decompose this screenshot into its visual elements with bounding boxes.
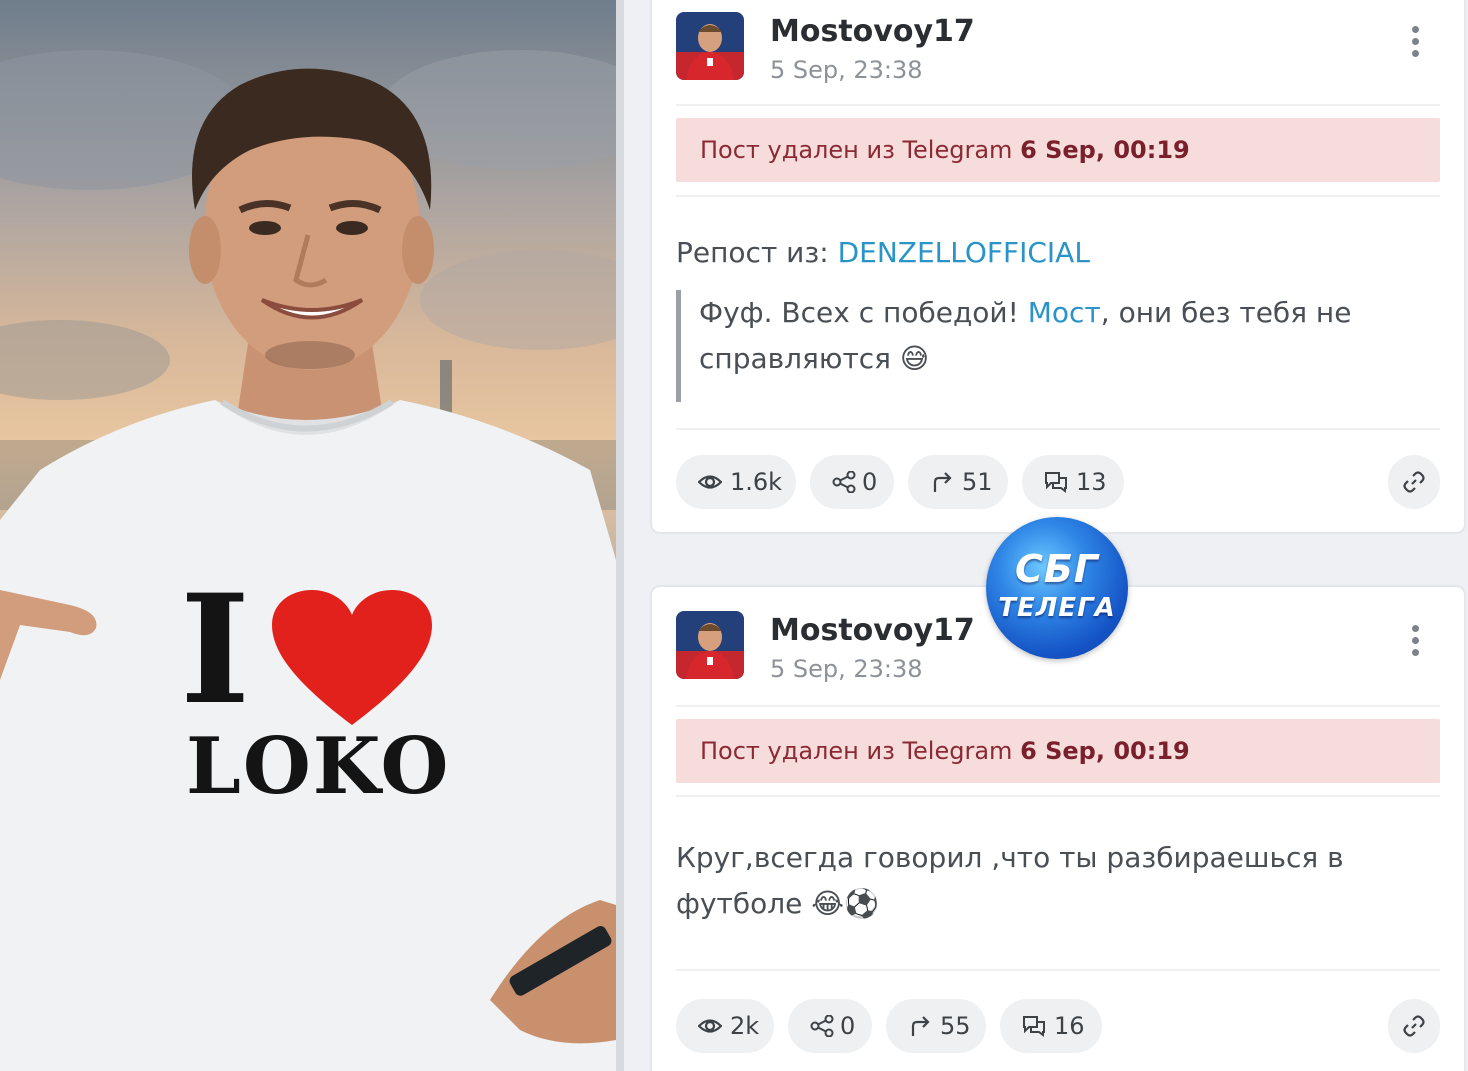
quote-text: Фуф. Всех с победой! [699, 296, 1019, 329]
deleted-notice-text: Пост удален из Telegram [700, 737, 1013, 765]
comments-icon [1045, 472, 1067, 493]
share-icon [810, 1015, 834, 1037]
repost-quote: Фуф. Всех с победой! Мост, они без тебя … [676, 290, 1404, 402]
forwards-count: 55 [940, 1012, 971, 1040]
post-text: Круг,всегда говорил ,что ты разбираешься… [676, 841, 1344, 920]
shirt-print-loko: LOKO [186, 721, 451, 812]
repost-label: Репост из: [676, 236, 829, 269]
deleted-notice: Пост удален из Telegram 6 Sep, 00:19 [676, 118, 1440, 182]
player-photo-illustration [0, 50, 616, 1071]
divider [676, 705, 1440, 707]
comments-counter[interactable]: 13 [1022, 455, 1124, 509]
post-stats: 2k 0 55 16 [676, 999, 1440, 1053]
avatar[interactable] [676, 611, 744, 679]
forwards-count: 51 [962, 468, 993, 496]
shares-count: 0 [840, 1012, 856, 1040]
post-date: 5 Sep, 23:38 [770, 56, 923, 84]
post-card: Mostovoy17 5 Sep, 23:38 Пост удален из T… [650, 0, 1466, 534]
shirt-print-i: I [180, 562, 251, 738]
link-icon [1403, 1015, 1425, 1037]
more-vertical-icon[interactable] [1408, 26, 1422, 62]
shares-counter[interactable]: 0 [788, 999, 872, 1053]
eye-icon [698, 475, 722, 489]
post-stats: 1.6k 0 51 13 [676, 455, 1440, 509]
link-icon [1403, 471, 1425, 493]
forwards-counter[interactable]: 55 [886, 999, 986, 1053]
screenshot-root: I LOKO Mostovoy17 5 Sep, 23:38 Пост удал… [0, 0, 1468, 1071]
copy-link-button[interactable] [1388, 999, 1440, 1053]
mention-link[interactable]: Мост [1028, 296, 1101, 329]
channel-logo-badge: СБГ ТЕЛЕГА [986, 517, 1128, 659]
divider [676, 795, 1440, 797]
panel-divider [616, 0, 624, 1071]
badge-line1: СБГ [1014, 547, 1100, 591]
badge-line2: ТЕЛЕГА [998, 593, 1116, 623]
deleted-notice-date: 6 Sep, 00:19 [1020, 136, 1190, 164]
repost-line: Репост из: DENZELLOFFICIAL [676, 236, 1090, 269]
post-author[interactable]: Mostovoy17 [770, 613, 975, 648]
forward-icon [933, 472, 952, 492]
comments-counter[interactable]: 16 [1000, 999, 1102, 1053]
comments-count: 16 [1054, 1012, 1085, 1040]
shares-counter[interactable]: 0 [810, 455, 894, 509]
player-photo: I LOKO [0, 0, 616, 1071]
avatar-image [676, 12, 744, 80]
deleted-notice-date: 6 Sep, 00:19 [1020, 737, 1190, 765]
post-date: 5 Sep, 23:38 [770, 655, 923, 683]
repost-source-link[interactable]: DENZELLOFFICIAL [838, 236, 1090, 269]
forward-icon [911, 1016, 930, 1036]
copy-link-button[interactable] [1388, 455, 1440, 509]
heart-icon [272, 590, 432, 725]
avatar-image [676, 611, 744, 679]
comments-icon [1023, 1016, 1045, 1037]
views-count: 1.6k [730, 468, 783, 496]
share-icon [832, 471, 856, 493]
forwards-counter[interactable]: 51 [908, 455, 1008, 509]
divider [676, 195, 1440, 197]
deleted-notice-text: Пост удален из Telegram [700, 136, 1013, 164]
eye-icon [698, 1019, 722, 1033]
post-author[interactable]: Mostovoy17 [770, 14, 975, 49]
deleted-notice: Пост удален из Telegram 6 Sep, 00:19 [676, 719, 1440, 783]
views-counter: 1.6k [676, 455, 796, 509]
views-counter: 2k [676, 999, 774, 1053]
views-count: 2k [730, 1012, 760, 1040]
more-vertical-icon[interactable] [1408, 625, 1422, 661]
avatar[interactable] [676, 12, 744, 80]
shares-count: 0 [862, 468, 878, 496]
post-header: Mostovoy17 5 Sep, 23:38 [676, 12, 1440, 92]
divider [676, 969, 1440, 971]
divider [676, 104, 1440, 106]
comments-count: 13 [1076, 468, 1107, 496]
divider [676, 428, 1440, 430]
